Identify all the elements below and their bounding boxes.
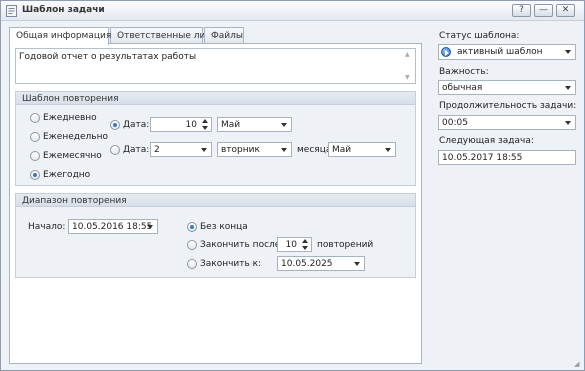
day-spinner[interactable]: 10 [150, 117, 212, 132]
tab-label: Файлы [211, 31, 243, 41]
daily-label: Ежедневно [43, 113, 97, 123]
month-of-label: месяца [297, 145, 332, 155]
importance-label: Важность: [439, 67, 489, 77]
yearly-label: Ежегодно [43, 170, 91, 180]
document-icon [6, 5, 17, 17]
tab-general-info[interactable]: Общая информация [9, 27, 112, 45]
monthly-radio[interactable] [30, 151, 40, 161]
month-select-1[interactable]: Май [217, 117, 292, 132]
month-select-2-value: Май [332, 145, 352, 155]
next-task-field[interactable]: 10.05.2017 18:55 [438, 150, 576, 165]
chevron-down-icon [201, 148, 207, 152]
recurrence-pattern-title: Шаблон повторения [16, 92, 415, 105]
occurrences-suffix: повторений [317, 240, 374, 250]
general-info-panel: Годовой отчет о результатах работы ▲ ▼ Ш… [9, 43, 422, 364]
chevron-down-icon [147, 225, 153, 229]
tab-label: Ответственные лица [117, 31, 217, 41]
end-by-radio[interactable] [187, 259, 197, 269]
chevron-down-icon [385, 148, 391, 152]
no-end-radio[interactable] [187, 222, 197, 232]
recurrence-range-title: Диапазон повторения [16, 194, 415, 207]
next-task-value: 10.05.2017 18:55 [442, 153, 523, 163]
duration-label: Продолжительность задачи: [439, 101, 577, 111]
spinner-arrows-icon[interactable] [202, 119, 209, 130]
day-value: 10 [185, 120, 197, 130]
resize-grip-icon[interactable]: ◢ [574, 360, 582, 368]
chevron-down-icon [565, 86, 571, 90]
help-button[interactable]: ? [512, 4, 531, 17]
importance-select[interactable]: обычная [438, 80, 576, 95]
next-task-label: Следующая задача: [439, 136, 534, 146]
weekly-label: Еженедельно [43, 132, 108, 142]
chevron-down-icon [565, 121, 571, 125]
chevron-down-icon [565, 50, 571, 54]
play-status-icon [441, 47, 451, 57]
ordinal-select[interactable]: 2 [150, 142, 212, 157]
end-by-date-value: 10.05.2025 [281, 259, 333, 269]
occurrences-spinner[interactable]: 10 [277, 237, 312, 252]
chevron-down-icon [281, 123, 287, 127]
yearly-radio[interactable] [30, 170, 40, 180]
status-label: Статус шаблона: [439, 31, 520, 41]
minimize-button[interactable]: — [534, 4, 553, 17]
date-option2-label: Дата: [123, 145, 150, 155]
ordinal-value: 2 [154, 145, 160, 155]
status-select[interactable]: активный шаблон [438, 44, 576, 60]
spinner-arrows-icon[interactable] [302, 239, 309, 250]
end-by-label: Закончить к: [200, 259, 262, 269]
importance-value: обычная [442, 83, 483, 93]
weekday-select[interactable]: вторник [217, 142, 292, 157]
window-title: Шаблон задачи [22, 5, 105, 15]
no-end-label: Без конца [200, 222, 248, 232]
tab-files[interactable]: Файлы [204, 27, 244, 44]
template-properties-panel: Статус шаблона: активный шаблон Важность… [429, 27, 579, 364]
memo-scrollbar[interactable]: ▲ ▼ [404, 51, 413, 81]
tab-label: Общая информация [16, 31, 112, 41]
recurrence-range-group: Диапазон повторения Начало: 10.05.2016 1… [15, 193, 416, 278]
date-option1-label: Дата: [123, 120, 150, 130]
date-option2-radio[interactable] [110, 145, 120, 155]
tab-responsible-persons[interactable]: Ответственные лица [110, 27, 217, 44]
duration-select[interactable]: 00:05 [438, 115, 576, 130]
weekly-radio[interactable] [30, 132, 40, 142]
daily-radio[interactable] [30, 113, 40, 123]
description-textarea[interactable]: Годовой отчет о результатах работы ▲ ▼ [15, 48, 416, 84]
weekday-value: вторник [221, 145, 260, 155]
recurrence-pattern-group: Шаблон повторения Ежедневно Еженедельно … [15, 91, 416, 186]
occurrences-value: 10 [285, 240, 297, 250]
chevron-down-icon [354, 262, 360, 266]
month-select-2[interactable]: Май [328, 142, 396, 157]
month-select-1-value: Май [221, 120, 241, 130]
end-after-radio[interactable] [187, 240, 197, 250]
status-value: активный шаблон [457, 47, 543, 57]
start-label: Начало: [28, 222, 66, 232]
start-datetime-select[interactable]: 10.05.2016 18:55 [68, 219, 158, 234]
start-datetime-value: 10.05.2016 18:55 [72, 222, 153, 232]
title-bar: Шаблон задачи ? — ✕ [1, 1, 584, 21]
date-option1-radio[interactable] [110, 120, 120, 130]
chevron-down-icon [281, 148, 287, 152]
task-template-window: Шаблон задачи ? — ✕ Общая информация Отв… [0, 0, 585, 371]
description-text: Годовой отчет о результатах работы [19, 52, 197, 62]
monthly-label: Ежемесячно [43, 151, 102, 161]
end-after-label: Закончить после: [200, 240, 284, 250]
duration-value: 00:05 [442, 118, 468, 128]
end-by-date-select[interactable]: 10.05.2025 [277, 256, 365, 271]
close-button[interactable]: ✕ [556, 4, 575, 17]
